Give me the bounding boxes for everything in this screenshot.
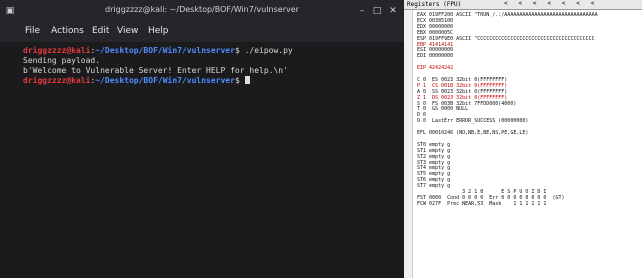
registers-header: Registers (FPU) < < < < < < < <box>404 0 642 10</box>
register-line[interactable]: EDI 00000000 <box>417 53 453 59</box>
terminal-line: driggzzzz@kali:~/Desktop/BOF/Win7/vulnse… <box>23 46 293 55</box>
prompt-command: $ <box>234 76 245 85</box>
text-cursor <box>244 76 250 84</box>
register-line[interactable]: EFL 00010246 (NO,NB,E,BE,NS,PE,GE,LE) <box>417 130 528 136</box>
register-line[interactable]: FCW 027F Prec NEAR,53 Mask 1 1 1 1 1 1 <box>417 201 546 207</box>
menu-bar: File Actions Edit View Help <box>0 22 404 42</box>
pane-arrows[interactable]: < < < < < < < <box>504 0 594 7</box>
terminal-window: ▣ driggzzzz@kali: ~/Desktop/BOF/Win7/vul… <box>0 0 405 278</box>
registers-scrollbar[interactable] <box>404 10 413 278</box>
registers-pane: Registers (FPU) < < < < < < < EAX 019FF2… <box>404 0 642 278</box>
minimize-icon[interactable]: – <box>357 6 367 16</box>
menu-help[interactable]: Help <box>148 26 169 36</box>
menu-edit[interactable]: Edit <box>92 26 109 36</box>
terminal-screen[interactable]: driggzzzz@kali:~/Desktop/BOF/Win7/vulnse… <box>0 42 404 278</box>
maximize-icon[interactable]: □ <box>372 6 382 16</box>
terminal-line: b'Welcome to Vulnerable Server! Enter HE… <box>23 66 288 75</box>
menu-actions[interactable]: Actions <box>51 26 84 36</box>
close-icon[interactable]: ✕ <box>388 6 398 16</box>
prompt-path: ~/Desktop/BOF/Win7/vulnserver <box>95 46 235 55</box>
window-title: driggzzzz@kali: ~/Desktop/BOF/Win7/vulns… <box>105 5 299 14</box>
register-line[interactable]: O 0 LastErr ERROR_SUCCESS (00000000) <box>417 118 528 124</box>
menu-file[interactable]: File <box>25 26 40 36</box>
prompt-path: ~/Desktop/BOF/Win7/vulnserver <box>95 76 235 85</box>
menu-view[interactable]: View <box>117 26 138 36</box>
prompt-command: $ ./eipow.py <box>234 46 293 55</box>
register-line[interactable]: EIP 42424242 <box>417 65 453 71</box>
terminal-line: Sending payload. <box>23 56 101 65</box>
prompt-user: driggzzzz@kali <box>23 76 91 85</box>
registers-title: Registers (FPU) <box>407 1 462 8</box>
terminal-line: driggzzzz@kali:~/Desktop/BOF/Win7/vulnse… <box>23 76 250 85</box>
prompt-user: driggzzzz@kali <box>23 46 91 55</box>
terminal-titlebar[interactable]: ▣ driggzzzz@kali: ~/Desktop/BOF/Win7/vul… <box>0 0 404 22</box>
